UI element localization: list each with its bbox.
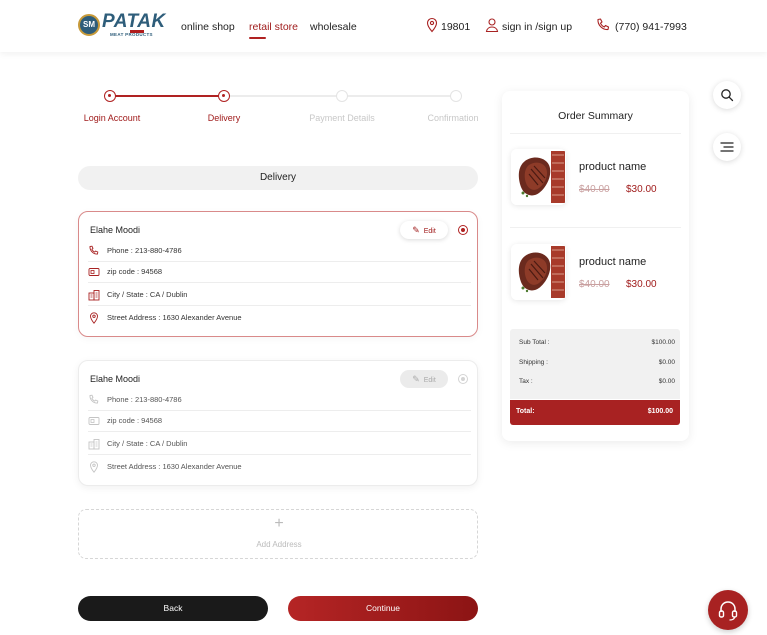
product-old-price: $40.00	[579, 279, 610, 290]
product-name[interactable]: product name	[579, 256, 646, 268]
address-street: Street Address : 1630 Alexander Avenue	[107, 462, 242, 471]
zip-code-link[interactable]: 19801	[441, 21, 470, 33]
step-confirmation-dot	[450, 90, 462, 102]
product-old-price: $40.00	[579, 184, 610, 195]
logo-wordmark: PATAK	[102, 11, 166, 32]
shipping-value: $0.00	[658, 359, 675, 366]
address-zip: zip code : 94568	[107, 267, 163, 276]
city-icon	[88, 439, 100, 450]
edit-address-button[interactable]: ✎ Edit	[400, 370, 448, 388]
nav-active-indicator	[249, 37, 266, 39]
stepper-progress-line	[110, 95, 224, 97]
back-button[interactable]: Back	[78, 596, 268, 621]
address-street-row: Street Address : 1630 Alexander Avenue	[88, 309, 471, 329]
pencil-icon: ✎	[412, 225, 420, 235]
address-name: Elahe Moodi	[90, 225, 141, 235]
phone-icon	[89, 245, 99, 255]
phone-icon	[597, 18, 610, 31]
user-icon	[485, 18, 499, 33]
address-select-radio[interactable]	[458, 374, 468, 384]
product-price: $30.00	[626, 184, 657, 195]
edit-label: Edit	[423, 377, 436, 384]
section-title: Delivery	[78, 166, 478, 190]
totals-box: Sub Total : $100.00 Shipping : $0.00 Tax…	[510, 329, 680, 399]
menu-icon	[720, 142, 734, 152]
city-icon	[88, 290, 100, 301]
address-phone: Phone : 213-880-4786	[107, 395, 182, 404]
phone-icon	[89, 394, 99, 404]
nav-online-shop[interactable]: online shop	[181, 21, 235, 33]
search-button[interactable]	[713, 81, 741, 109]
logo-badge: SM	[78, 14, 100, 36]
step-confirmation-label: Confirmation	[427, 113, 479, 123]
address-zip-row: zip code : 94568	[88, 263, 471, 283]
location-icon	[90, 461, 98, 473]
add-address-button[interactable]: + Add Address	[78, 509, 478, 559]
total-bar: Total: $100.00	[510, 400, 680, 425]
address-street-row: Street Address : 1630 Alexander Avenue	[88, 458, 471, 478]
address-city-row: City / State : CA / Dublin	[88, 435, 471, 455]
subtotal-label: Sub Total :	[519, 339, 550, 346]
order-summary-panel: Order Summary product name $40.00 $30.00	[502, 91, 689, 441]
search-icon	[721, 89, 734, 102]
plus-icon: +	[274, 515, 284, 532]
zip-card-icon	[88, 417, 100, 425]
shipping-label: Shipping :	[519, 359, 548, 366]
zip-card-icon	[88, 268, 100, 276]
edit-address-button[interactable]: ✎ Edit	[400, 221, 448, 239]
step-login-label[interactable]: Login Account	[67, 113, 157, 123]
steak-image	[511, 244, 566, 300]
address-phone-row: Phone : 213-880-4786	[88, 242, 471, 262]
logo-tagline: MEAT PRODUCTS	[110, 32, 153, 37]
support-button[interactable]	[708, 590, 748, 630]
address-city: City / State : CA / Dublin	[107, 439, 188, 448]
step-delivery-dot	[218, 90, 230, 102]
pencil-icon: ✎	[412, 374, 420, 384]
sign-in-link[interactable]: sign in /sign up	[502, 21, 572, 33]
location-icon	[90, 312, 98, 324]
tax-label: Tax :	[519, 378, 533, 385]
address-phone-row: Phone : 213-880-4786	[88, 391, 471, 411]
step-login-dot	[104, 90, 116, 102]
edit-label: Edit	[423, 228, 436, 235]
total-label: Total:	[516, 408, 535, 415]
step-delivery-label[interactable]: Delivery	[179, 113, 269, 123]
summary-divider	[510, 227, 681, 228]
nav-wholesale[interactable]: wholesale	[310, 21, 357, 33]
address-phone: Phone : 213-880-4786	[107, 246, 182, 255]
address-select-radio[interactable]	[458, 225, 468, 235]
product-name[interactable]: product name	[579, 161, 646, 173]
menu-button[interactable]	[713, 133, 741, 161]
brand-logo[interactable]: SM PATAK MEAT PRODUCTS	[78, 12, 165, 40]
total-value: $100.00	[647, 408, 673, 415]
site-header: SM PATAK MEAT PRODUCTS online shop retai…	[0, 0, 767, 52]
step-payment-label: Payment Details	[309, 113, 375, 123]
nav-retail-store[interactable]: retail store	[249, 21, 298, 33]
product-image[interactable]	[511, 149, 566, 205]
address-card[interactable]: Elahe Moodi ✎ Edit Phone : 213-880-4786 z…	[78, 360, 478, 486]
tax-value: $0.00	[658, 378, 675, 385]
step-payment-dot	[336, 90, 348, 102]
address-name: Elahe Moodi	[90, 374, 141, 384]
steak-image	[511, 149, 566, 205]
map-pin-icon	[426, 17, 438, 33]
headset-icon	[718, 601, 738, 621]
product-image[interactable]	[511, 244, 566, 300]
add-address-label: Add Address	[256, 540, 302, 549]
address-zip-row: zip code : 94568	[88, 412, 471, 432]
address-card[interactable]: Elahe Moodi ✎ Edit Phone : 213-880-4786 z…	[78, 211, 478, 337]
summary-divider	[510, 133, 681, 134]
product-price: $30.00	[626, 279, 657, 290]
address-street: Street Address : 1630 Alexander Avenue	[107, 313, 242, 322]
address-zip: zip code : 94568	[107, 416, 163, 425]
subtotal-value: $100.00	[651, 339, 676, 346]
order-summary-title: Order Summary	[558, 110, 633, 122]
address-city: City / State : CA / Dublin	[107, 290, 188, 299]
phone-number[interactable]: (770) 941-7993	[615, 21, 687, 33]
address-city-row: City / State : CA / Dublin	[88, 286, 471, 306]
continue-button[interactable]: Continue	[288, 596, 478, 621]
